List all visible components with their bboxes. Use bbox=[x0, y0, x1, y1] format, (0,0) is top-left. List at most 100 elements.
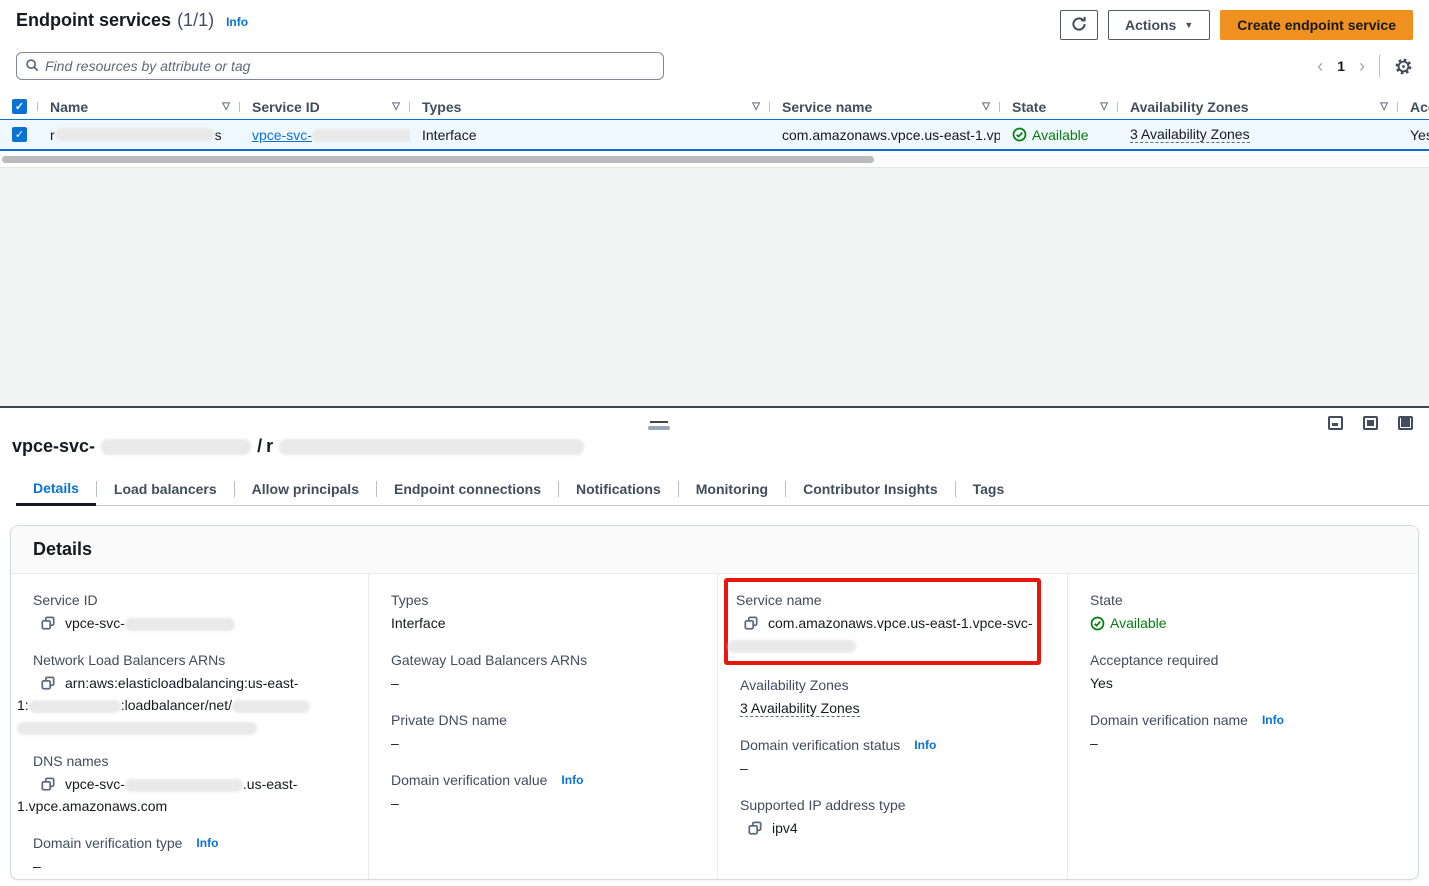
refresh-button[interactable] bbox=[1060, 10, 1098, 40]
row-acceptance-required: Yes bbox=[1398, 127, 1429, 143]
endpoint-services-table: ✓ Name ▽ Service ID ▽ Types ▽ Service name ▽… bbox=[0, 94, 1429, 164]
field-types: Types Interface bbox=[375, 590, 703, 634]
search-icon bbox=[25, 58, 39, 75]
gear-icon[interactable] bbox=[1394, 57, 1413, 76]
search-input[interactable] bbox=[45, 58, 655, 74]
info-link[interactable]: Info bbox=[196, 833, 218, 853]
tab-monitoring[interactable]: Monitoring bbox=[679, 473, 785, 506]
table-row[interactable]: ✓ rs vpce-svc- Interface com.amazonaws.v… bbox=[0, 120, 1429, 151]
divider bbox=[1379, 55, 1380, 77]
redacted-text bbox=[101, 439, 251, 455]
field-availability-zones: Availability Zones 3 Availability Zones bbox=[724, 675, 1053, 719]
column-header-availability-zones: Availability Zones bbox=[1130, 99, 1249, 115]
info-link[interactable]: Info bbox=[1262, 710, 1284, 730]
column-header-service-id: Service ID bbox=[252, 99, 320, 115]
tab-tags[interactable]: Tags bbox=[956, 473, 1022, 506]
copy-icon[interactable] bbox=[41, 676, 55, 690]
filter-icon[interactable]: ▽ bbox=[1100, 101, 1108, 112]
highlight-box: Service name com.amazonaws.vpce.us-east-… bbox=[724, 578, 1041, 665]
field-domain-verification-status: Domain verification statusInfo – bbox=[724, 735, 1053, 779]
actions-button[interactable]: Actions ▼ bbox=[1108, 10, 1210, 40]
split-panel: vpce-svc- / r Details Load balancers All… bbox=[0, 406, 1429, 886]
split-panel-drag-handle[interactable] bbox=[648, 421, 670, 430]
availability-zones-link[interactable]: 3 Availability Zones bbox=[1130, 126, 1250, 143]
panel-title: vpce-svc- / r bbox=[12, 436, 1429, 457]
details-column-3: Service name com.amazonaws.vpce.us-east-… bbox=[717, 574, 1067, 880]
details-column-1: Service ID vpce-svc- Network Load Balanc… bbox=[11, 574, 368, 880]
field-domain-verification-name: Domain verification nameInfo – bbox=[1074, 710, 1404, 754]
search-box[interactable] bbox=[16, 52, 664, 80]
filter-icon[interactable]: ▽ bbox=[752, 101, 760, 112]
panel-tabs: Details Load balancers Allow principals … bbox=[16, 473, 1429, 506]
copy-icon[interactable] bbox=[744, 616, 758, 630]
page-title: Endpoint services bbox=[16, 10, 171, 31]
details-column-4: State Available Acceptance required Yes bbox=[1067, 574, 1418, 880]
tab-details[interactable]: Details bbox=[16, 473, 96, 506]
column-header-name: Name bbox=[50, 99, 88, 115]
redacted-text bbox=[279, 439, 584, 455]
info-link[interactable]: Info bbox=[226, 15, 248, 29]
field-dns-names: DNS names vpce-svc-.us-east- 1.vpce.amaz… bbox=[17, 751, 354, 817]
redacted-text bbox=[232, 700, 310, 713]
tab-contributor-insights[interactable]: Contributor Insights bbox=[786, 473, 955, 506]
select-all-checkbox[interactable]: ✓ bbox=[12, 99, 27, 114]
copy-icon[interactable] bbox=[41, 777, 55, 791]
copy-icon[interactable] bbox=[748, 821, 762, 835]
panel-size-small-icon[interactable] bbox=[1328, 416, 1343, 430]
field-private-dns-name: Private DNS name – bbox=[375, 710, 703, 754]
field-acceptance-required: Acceptance required Yes bbox=[1074, 650, 1404, 694]
field-state: State Available bbox=[1074, 590, 1404, 634]
panel-size-medium-icon[interactable] bbox=[1363, 416, 1378, 430]
tab-allow-principals[interactable]: Allow principals bbox=[235, 473, 376, 506]
status-badge: Available bbox=[1090, 612, 1404, 634]
row-service-name: com.amazonaws.vpce.us-east-1.vpce-sv... bbox=[770, 127, 1000, 143]
column-header-acceptance-required: Acceptance required bbox=[1410, 99, 1429, 115]
resource-count: (1/1) bbox=[177, 10, 214, 31]
row-types: Interface bbox=[410, 127, 770, 143]
content-background bbox=[0, 167, 1429, 406]
copy-icon[interactable] bbox=[41, 616, 55, 630]
filter-icon[interactable]: ▽ bbox=[392, 101, 400, 112]
row-checkbox[interactable]: ✓ bbox=[12, 127, 27, 142]
info-link[interactable]: Info bbox=[561, 770, 583, 790]
horizontal-scrollbar[interactable] bbox=[0, 155, 1429, 164]
info-link[interactable]: Info bbox=[914, 735, 936, 755]
chevron-down-icon: ▼ bbox=[1184, 20, 1193, 30]
status-badge: Available bbox=[1012, 127, 1089, 143]
tab-notifications[interactable]: Notifications bbox=[559, 473, 678, 506]
previous-page-icon[interactable]: ‹ bbox=[1317, 57, 1323, 75]
refresh-icon bbox=[1071, 16, 1087, 35]
filter-icon[interactable]: ▽ bbox=[1380, 101, 1388, 112]
redacted-text bbox=[55, 128, 215, 141]
filter-icon[interactable]: ▽ bbox=[982, 101, 990, 112]
field-supported-ip-address-type: Supported IP address type ipv4 bbox=[724, 795, 1053, 839]
check-circle-icon bbox=[1090, 616, 1105, 631]
filter-icon[interactable]: ▽ bbox=[222, 101, 230, 112]
panel-size-large-icon[interactable] bbox=[1398, 416, 1413, 430]
redacted-text bbox=[29, 700, 121, 713]
row-name: rs bbox=[38, 127, 240, 143]
column-header-service-name: Service name bbox=[782, 99, 872, 115]
create-endpoint-service-button[interactable]: Create endpoint service bbox=[1220, 10, 1413, 40]
service-id-link[interactable]: vpce-svc- bbox=[252, 127, 410, 143]
tab-endpoint-connections[interactable]: Endpoint connections bbox=[377, 473, 558, 506]
check-circle-icon bbox=[1012, 127, 1027, 142]
details-heading: Details bbox=[33, 539, 1396, 560]
availability-zones-link[interactable]: 3 Availability Zones bbox=[740, 700, 860, 717]
details-card: Details Service ID vpce-svc- Network Loa… bbox=[10, 525, 1419, 880]
field-gateway-lb-arns: Gateway Load Balancers ARNs – bbox=[375, 650, 703, 694]
pagination: ‹ 1 › bbox=[1317, 55, 1413, 77]
field-domain-verification-type: Domain verification typeInfo – bbox=[17, 833, 354, 877]
scrollbar-thumb[interactable] bbox=[2, 156, 874, 163]
redacted-text bbox=[125, 618, 235, 631]
column-header-types: Types bbox=[422, 99, 461, 115]
next-page-icon[interactable]: › bbox=[1359, 57, 1365, 75]
table-header-row: ✓ Name ▽ Service ID ▽ Types ▽ Service name ▽… bbox=[0, 94, 1429, 120]
redacted-text bbox=[312, 129, 410, 142]
redacted-text bbox=[728, 640, 856, 653]
details-column-2: Types Interface Gateway Load Balancers A… bbox=[368, 574, 717, 880]
tab-load-balancers[interactable]: Load balancers bbox=[97, 473, 234, 506]
field-service-id: Service ID vpce-svc- bbox=[17, 590, 354, 634]
page-number[interactable]: 1 bbox=[1333, 58, 1349, 74]
endpoint-services-list-section: Endpoint services (1/1) Info Actions ▼ C… bbox=[0, 0, 1429, 164]
